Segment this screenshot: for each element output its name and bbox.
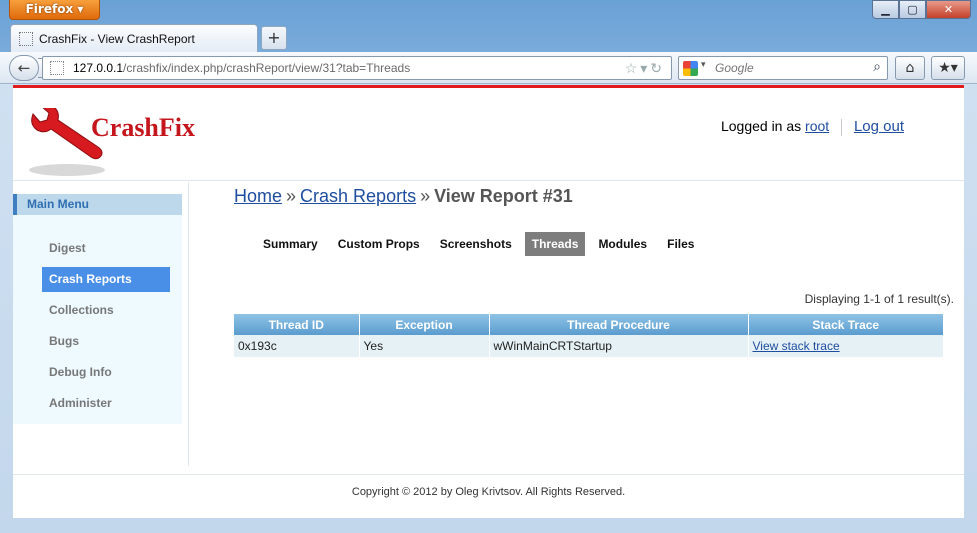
search-box[interactable]: ▾ Google ⌕ [678, 56, 888, 80]
main-menu: Main Menu Digest Crash Reports Collectio… [13, 194, 182, 424]
google-icon[interactable] [683, 61, 698, 76]
firefox-menu-label: Firefox [25, 2, 74, 16]
breadcrumb-home-link[interactable]: Home [234, 186, 282, 206]
browser-tab[interactable]: CrashFix - View CrashReport [10, 24, 258, 52]
bookmark-star-icon[interactable]: ☆▾↻ [625, 57, 665, 79]
window-controls: ▁ ▢ ✕ [872, 0, 971, 19]
tab-screenshots[interactable]: Screenshots [433, 232, 519, 256]
sidebar-item-collections[interactable]: Collections [42, 298, 170, 323]
search-placeholder: Google [715, 61, 754, 75]
page-favicon-icon [19, 31, 33, 46]
bookmarks-button[interactable]: ★▾ [931, 56, 965, 80]
minimize-icon[interactable]: ▁ [872, 0, 899, 19]
threads-table: Thread ID Exception Thread Procedure Sta… [234, 314, 943, 357]
column-header-exception[interactable]: Exception [359, 314, 490, 335]
sidebar-item-debug-info[interactable]: Debug Info [42, 360, 170, 385]
site-header: CrashFix Logged in as root Log out [13, 88, 964, 181]
logo-text: CrashFix [91, 113, 195, 142]
main-menu-title: Main Menu [13, 194, 182, 215]
window-titlebar: Firefox ▾ ▁ ▢ ✕ [0, 0, 977, 22]
report-tabs: Summary Custom Props Screenshots Threads… [256, 232, 707, 256]
column-header-thread-procedure[interactable]: Thread Procedure [489, 314, 749, 335]
column-header-thread-id[interactable]: Thread ID [234, 314, 360, 335]
page-title: View Report #31 [434, 186, 573, 206]
divider [841, 118, 843, 136]
sidebar-item-crash-reports[interactable]: Crash Reports [42, 267, 170, 292]
logout-link[interactable]: Log out [854, 118, 904, 135]
tab-title: CrashFix - View CrashReport [39, 31, 195, 46]
close-icon[interactable]: ✕ [926, 0, 971, 19]
breadcrumb-separator: » [420, 186, 431, 206]
sidebar-item-administer[interactable]: Administer [42, 391, 170, 416]
browser-tabstrip: CrashFix - View CrashReport + [0, 22, 977, 52]
firefox-menu-button[interactable]: Firefox ▾ [9, 0, 100, 20]
maximize-icon[interactable]: ▢ [899, 0, 926, 19]
cell-stack-trace: View stack trace [748, 335, 943, 357]
table-header-row: Thread ID Exception Thread Procedure Sta… [234, 314, 943, 335]
view-stack-trace-link[interactable]: View stack trace [753, 339, 840, 353]
sidebar-item-digest[interactable]: Digest [42, 236, 170, 261]
navigation-toolbar: 127.0.0.1/crashfix/index.php/crashReport… [0, 52, 977, 84]
sidebar-item-bugs[interactable]: Bugs [42, 329, 170, 354]
breadcrumb: Home» Crash Reports» View Report #31 [234, 186, 573, 207]
site-identity-icon [50, 61, 64, 75]
breadcrumb-separator: » [286, 186, 297, 206]
breadcrumb-crash-reports-link[interactable]: Crash Reports [300, 186, 416, 206]
sidebar: Main Menu Digest Crash Reports Collectio… [13, 182, 189, 466]
address-bar[interactable]: 127.0.0.1/crashfix/index.php/crashReport… [42, 56, 672, 80]
column-header-stack-trace[interactable]: Stack Trace [748, 314, 943, 335]
user-area: Logged in as root Log out [721, 118, 904, 136]
footer: Copyright © 2012 by Oleg Krivtsov. All R… [13, 474, 964, 521]
tab-custom-props[interactable]: Custom Props [331, 232, 427, 256]
url-host: 127.0.0.1 [73, 61, 124, 75]
result-summary: Displaying 1-1 of 1 result(s). [804, 292, 954, 306]
tab-modules[interactable]: Modules [591, 232, 654, 256]
table-row: 0x193c Yes wWinMainCRTStartup View stack… [234, 335, 943, 357]
web-page: CrashFix Logged in as root Log out Main … [13, 85, 964, 518]
tab-files[interactable]: Files [660, 232, 701, 256]
search-engine-dropdown-icon[interactable]: ▾ [701, 60, 706, 70]
cell-thread-id: 0x193c [234, 335, 360, 357]
username-link[interactable]: root [805, 118, 829, 134]
crashfix-logo[interactable]: CrashFix [25, 104, 205, 178]
logged-in-label: Logged in as [720, 118, 802, 134]
cell-thread-procedure: wWinMainCRTStartup [489, 335, 749, 357]
back-button[interactable]: ← [9, 55, 39, 81]
new-tab-button[interactable]: + [261, 26, 287, 50]
tab-threads[interactable]: Threads [524, 232, 586, 256]
url-path: /crashfix/index.php/crashReport/view/31?… [123, 61, 411, 75]
tab-summary[interactable]: Summary [256, 232, 325, 256]
cell-exception: Yes [359, 335, 490, 357]
home-button[interactable]: ⌂ [895, 56, 925, 80]
search-icon[interactable]: ⌕ [873, 59, 881, 75]
